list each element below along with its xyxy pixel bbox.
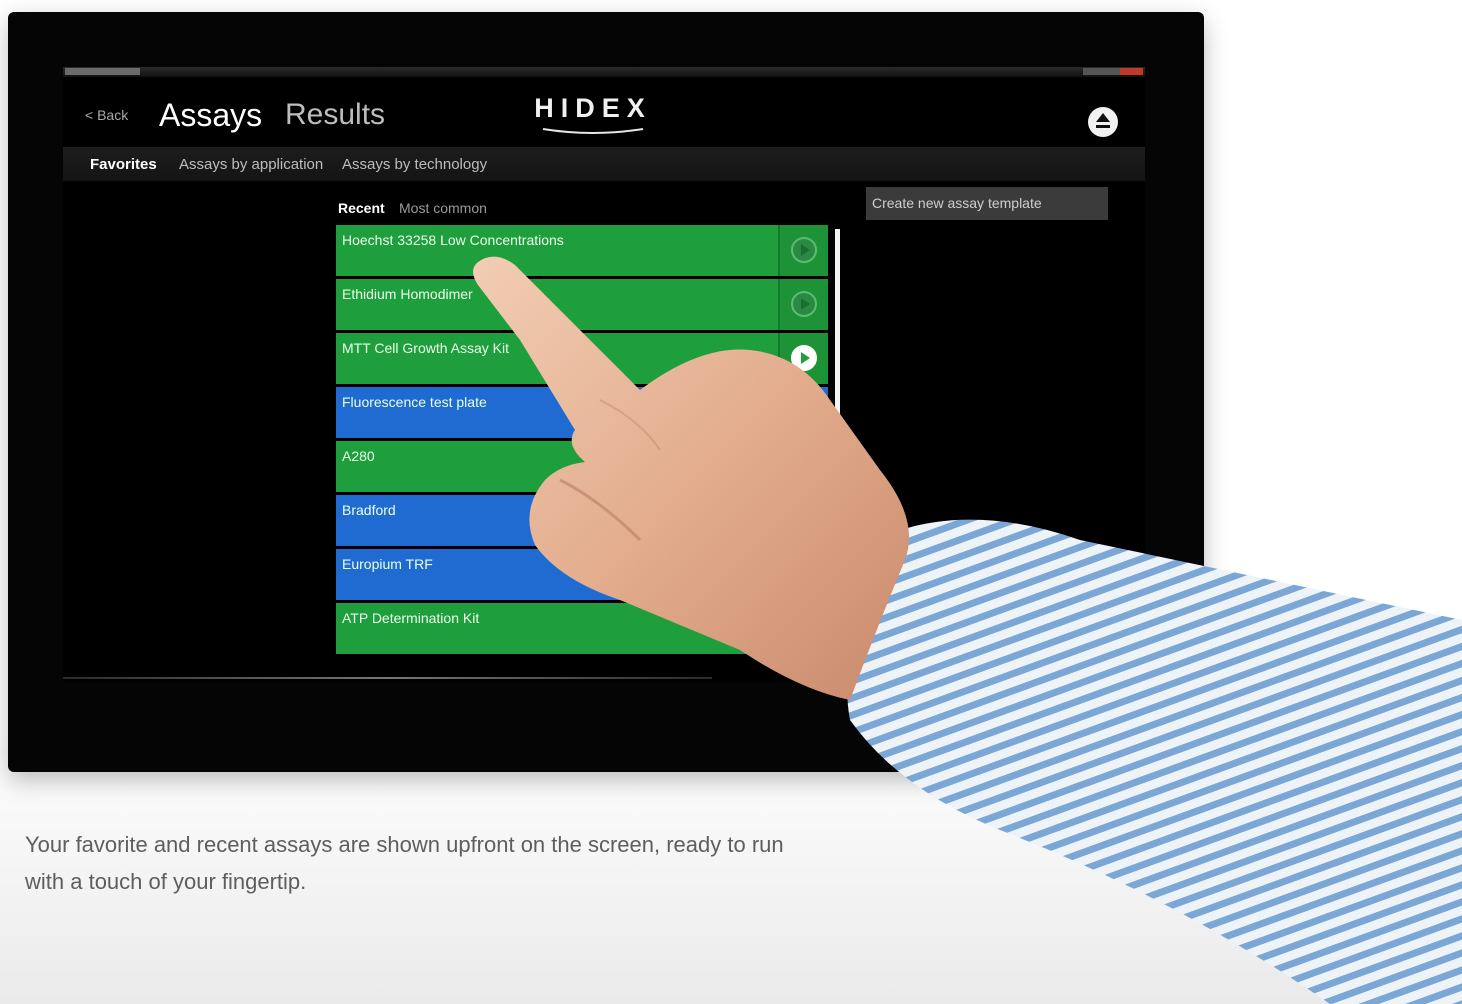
hand: [473, 256, 910, 700]
sleeve: [847, 519, 1462, 1004]
caption-text: Your favorite and recent assays are show…: [25, 832, 784, 894]
